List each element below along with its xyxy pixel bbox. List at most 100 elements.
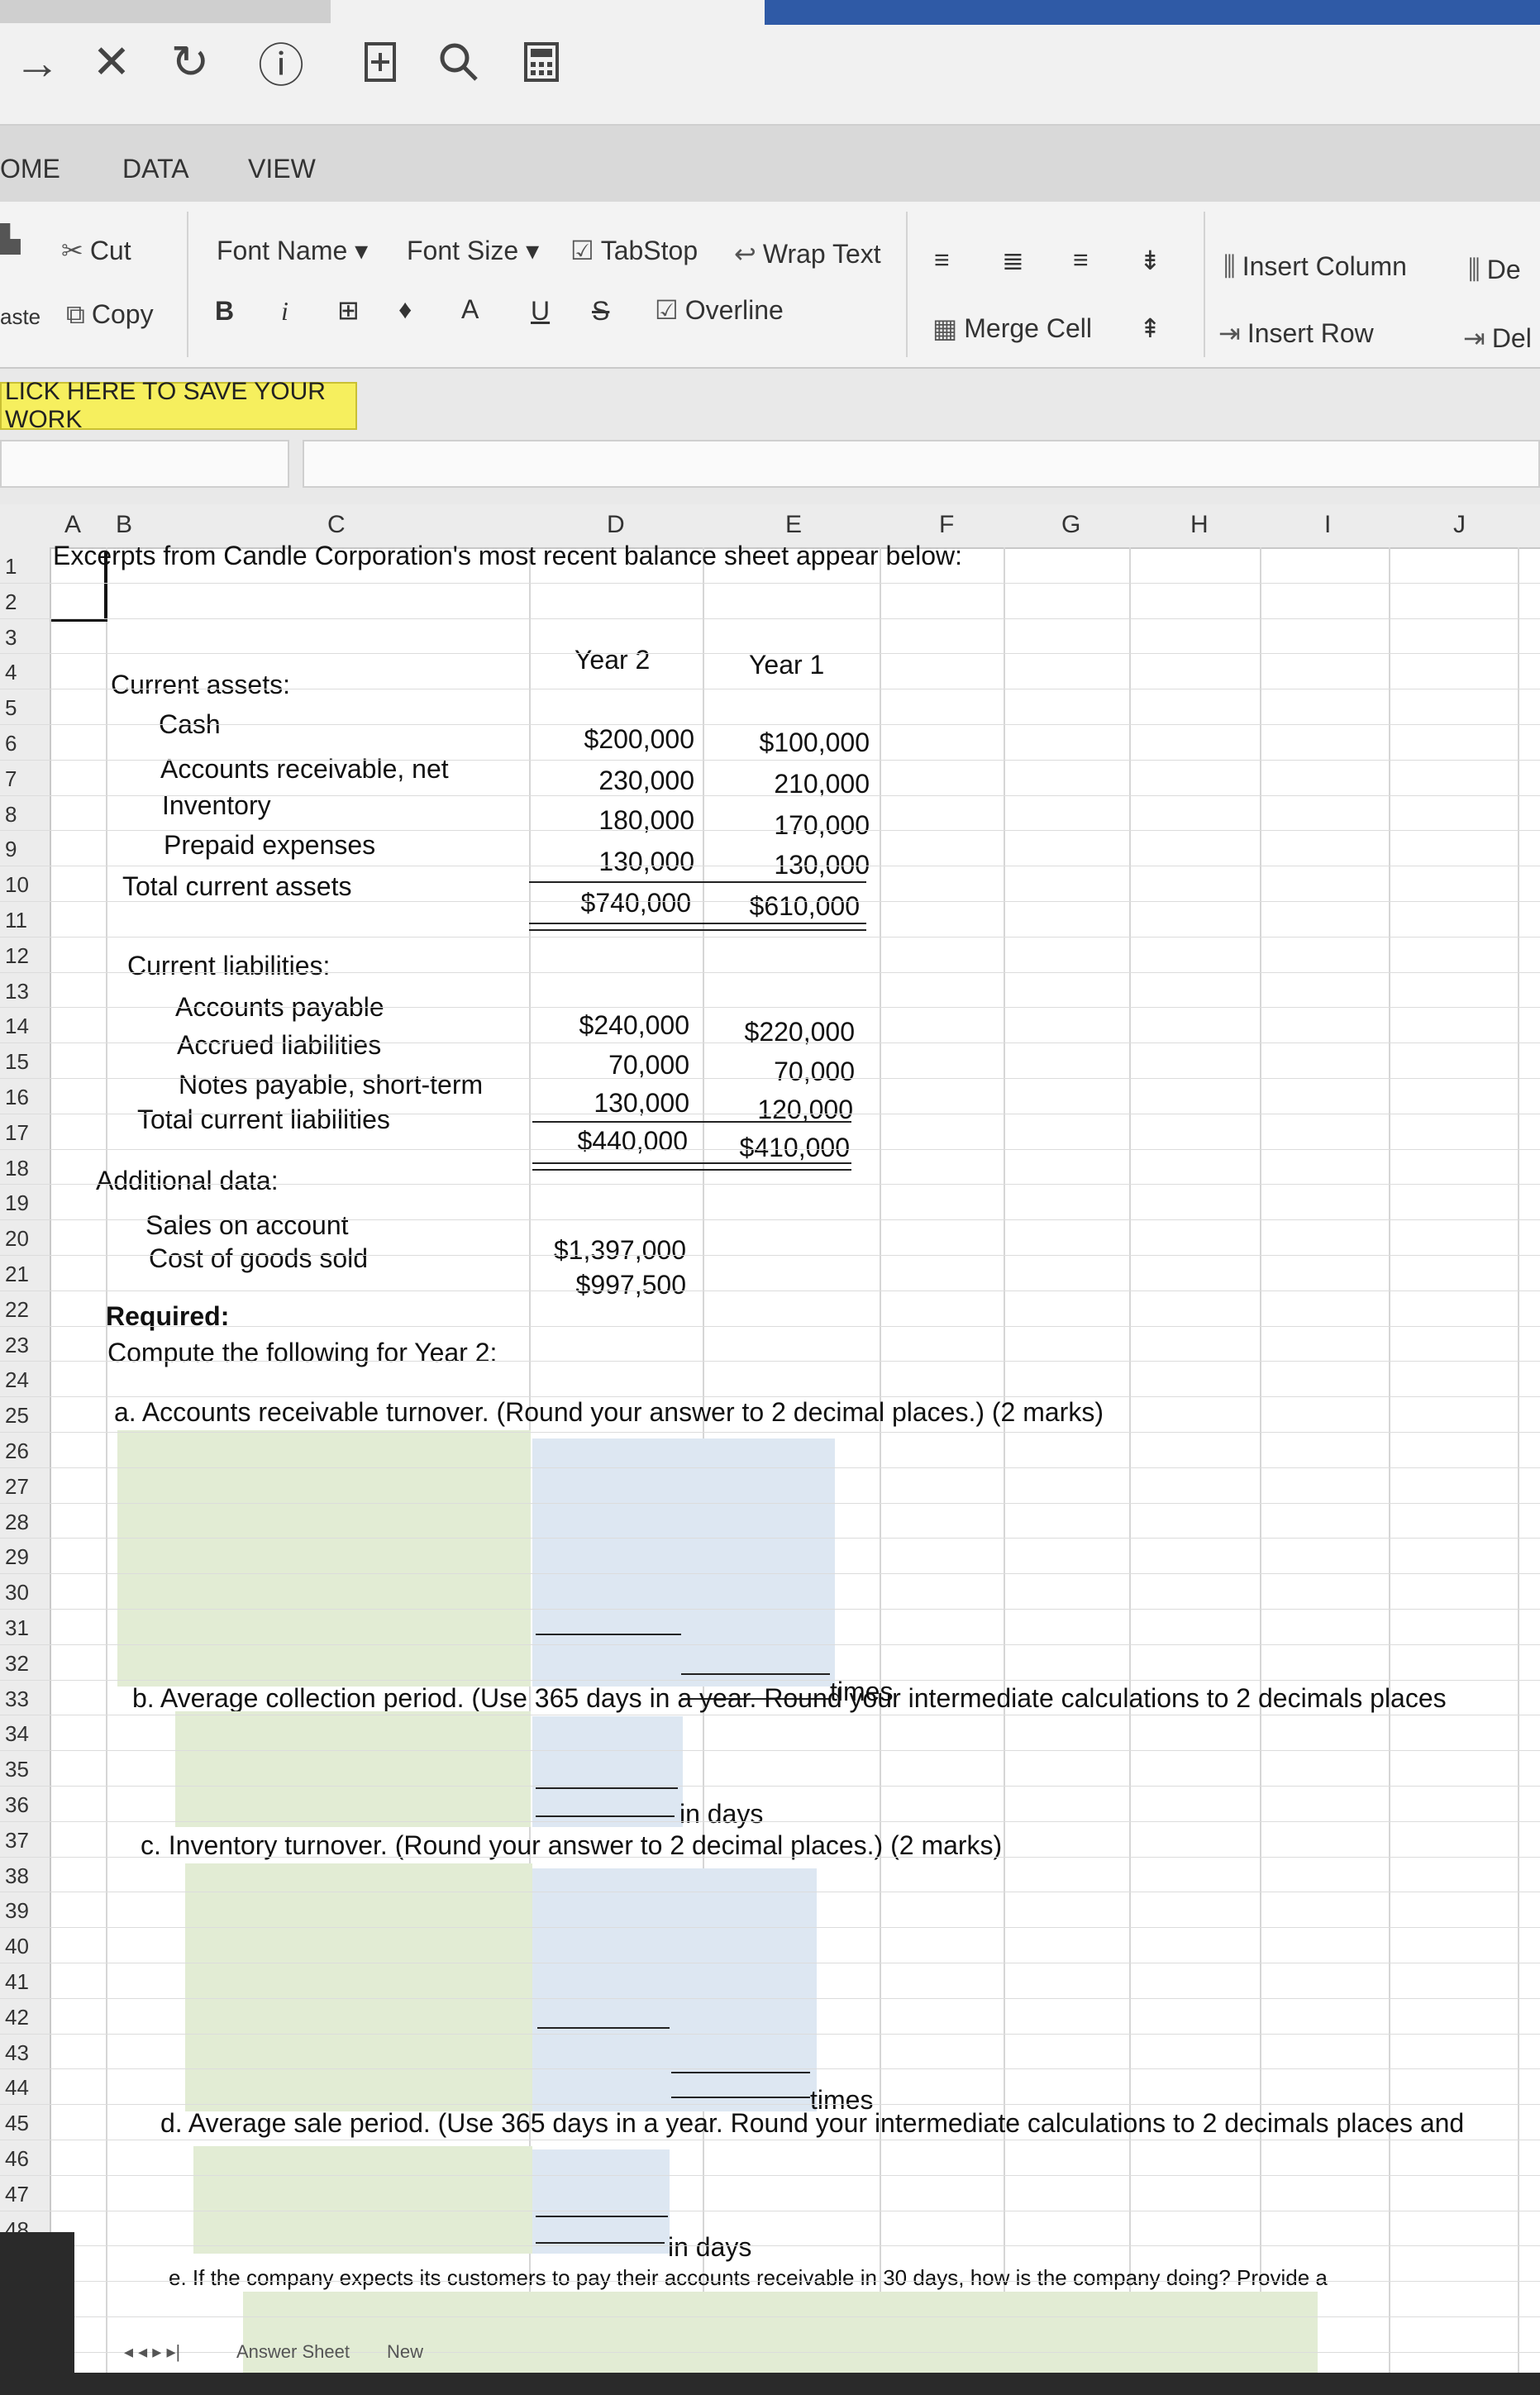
row-header-6[interactable]: 6 [5, 731, 17, 756]
row-header-40[interactable]: 40 [5, 1934, 29, 1959]
row-header-32[interactable]: 32 [5, 1651, 29, 1677]
paste-button[interactable]: aste [0, 304, 41, 330]
align-center-icon[interactable]: ≣ [1002, 245, 1024, 276]
row-header-24[interactable]: 24 [5, 1367, 29, 1393]
save-work-button[interactable]: LICK HERE TO SAVE YOUR WORK [0, 378, 357, 433]
bold-button[interactable]: B [215, 296, 234, 327]
tab-data[interactable]: DATA [122, 154, 189, 184]
row-header-7[interactable]: 7 [5, 766, 17, 792]
row-header-47[interactable]: 47 [5, 2182, 29, 2207]
row-header-2[interactable]: 2 [5, 589, 17, 615]
cut-button[interactable]: ✂ Cut [61, 235, 131, 266]
row-header-27[interactable]: 27 [5, 1474, 29, 1500]
answer-area-c-values[interactable] [532, 1868, 817, 2111]
row-header-38[interactable]: 38 [5, 1863, 29, 1889]
column-header-a[interactable]: A [64, 511, 81, 539]
row-header-45[interactable]: 45 [5, 2111, 29, 2136]
column-header-h[interactable]: H [1190, 511, 1209, 539]
column-header-j[interactable]: J [1453, 511, 1466, 539]
tabstop-toggle[interactable]: ☑ TabStop [570, 235, 698, 266]
row-header-16[interactable]: 16 [5, 1085, 29, 1110]
row-header-42[interactable]: 42 [5, 2005, 29, 2030]
row-header-11[interactable]: 11 [5, 908, 27, 933]
overline-toggle[interactable]: ☑ Overline [655, 294, 784, 326]
indent-icon[interactable]: ⇟ [1139, 245, 1161, 276]
calculator-icon[interactable] [513, 33, 570, 91]
tab-home[interactable]: OME [0, 154, 60, 184]
row-header-33[interactable]: 33 [5, 1687, 29, 1712]
answer-area-a-formula[interactable] [117, 1430, 531, 1687]
column-header-b[interactable]: B [116, 511, 132, 539]
column-header-g[interactable]: G [1061, 511, 1080, 539]
sheet-tab-new[interactable]: New [387, 2341, 423, 2363]
row-header-35[interactable]: 35 [5, 1757, 29, 1782]
tab-view[interactable]: VIEW [248, 154, 316, 184]
italic-button[interactable]: i [281, 296, 288, 327]
row-header-20[interactable]: 20 [5, 1226, 29, 1252]
font-color-icon[interactable]: A [461, 294, 479, 325]
row-header-3[interactable]: 3 [5, 625, 17, 651]
answer-area-d-formula[interactable] [193, 2146, 532, 2254]
search-icon[interactable] [430, 33, 488, 91]
name-box[interactable] [0, 440, 289, 488]
formula-bar[interactable] [303, 440, 1540, 488]
sheet-nav-arrows[interactable]: ◂ ◂ ▸ ▸| [124, 2341, 180, 2363]
sheet-tab-answer[interactable]: Answer Sheet [236, 2341, 350, 2363]
row-header-36[interactable]: 36 [5, 1792, 29, 1818]
row-header-21[interactable]: 21 [5, 1262, 29, 1287]
row-header-31[interactable]: 31 [5, 1615, 29, 1641]
row-header-29[interactable]: 29 [5, 1544, 29, 1570]
copy-button[interactable]: ⧉ Copy [66, 299, 154, 331]
strikethrough-button[interactable]: S [592, 296, 609, 327]
column-header-d[interactable]: D [607, 511, 625, 539]
font-size-dropdown[interactable]: Font Size ▾ [407, 235, 539, 266]
row-header-5[interactable]: 5 [5, 695, 17, 721]
info-icon[interactable]: ⓘ [252, 33, 310, 92]
insert-row-button[interactable]: ⇥ Insert Row [1218, 317, 1374, 349]
row-header-23[interactable]: 23 [5, 1333, 29, 1358]
column-header-f[interactable]: F [939, 511, 954, 539]
align-right-icon[interactable]: ≡ [1073, 245, 1089, 275]
answer-area-a-values[interactable] [532, 1438, 835, 1687]
row-header-39[interactable]: 39 [5, 1898, 29, 1924]
wrap-text-button[interactable]: ↩ Wrap Text [734, 238, 881, 270]
row-header-14[interactable]: 14 [5, 1014, 29, 1039]
insert-column-button[interactable]: ⫼ Insert Column [1223, 251, 1407, 283]
row-header-22[interactable]: 22 [5, 1297, 29, 1323]
row-header-34[interactable]: 34 [5, 1721, 29, 1747]
row-header-8[interactable]: 8 [5, 802, 17, 828]
row-header-26[interactable]: 26 [5, 1438, 29, 1464]
underline-button[interactable]: U [531, 296, 550, 327]
row-header-13[interactable]: 13 [5, 979, 29, 1004]
column-header-e[interactable]: E [785, 511, 802, 539]
row-header-19[interactable]: 19 [5, 1190, 29, 1216]
close-icon[interactable]: ✕ [83, 33, 141, 91]
row-header-4[interactable]: 4 [5, 660, 17, 685]
answer-area-b-values[interactable] [532, 1716, 683, 1827]
row-header-25[interactable]: 25 [5, 1403, 29, 1429]
forward-arrow-icon[interactable]: → [8, 33, 66, 91]
paste-icon[interactable]: ▙ [0, 223, 27, 255]
row-header-9[interactable]: 9 [5, 837, 17, 862]
row-header-44[interactable]: 44 [5, 2075, 29, 2101]
row-header-30[interactable]: 30 [5, 1580, 29, 1605]
row-header-46[interactable]: 46 [5, 2146, 29, 2172]
delete-row-button[interactable]: ⇥ Del [1463, 322, 1532, 354]
answer-area-b-formula[interactable] [175, 1711, 531, 1827]
reload-icon[interactable]: ↻ [161, 33, 219, 91]
font-name-dropdown[interactable]: Font Name ▾ [217, 235, 368, 266]
border-icon[interactable]: ⊞ [337, 294, 360, 326]
delete-column-button[interactable]: ⫼ De [1468, 255, 1521, 286]
align-left-icon[interactable]: ≡ [934, 245, 950, 275]
row-header-28[interactable]: 28 [5, 1510, 29, 1535]
row-header-43[interactable]: 43 [5, 2040, 29, 2066]
add-page-icon[interactable] [351, 33, 409, 91]
row-header-17[interactable]: 17 [5, 1120, 29, 1146]
answer-area-d-values[interactable] [532, 2149, 670, 2254]
column-header-c[interactable]: C [327, 511, 346, 539]
answer-area-c-formula[interactable] [185, 1863, 532, 2111]
row-header-12[interactable]: 12 [5, 943, 29, 969]
row-header-37[interactable]: 37 [5, 1828, 29, 1854]
merge-cell-button[interactable]: ▦ Merge Cell [932, 312, 1092, 344]
column-header-i[interactable]: I [1324, 511, 1331, 539]
